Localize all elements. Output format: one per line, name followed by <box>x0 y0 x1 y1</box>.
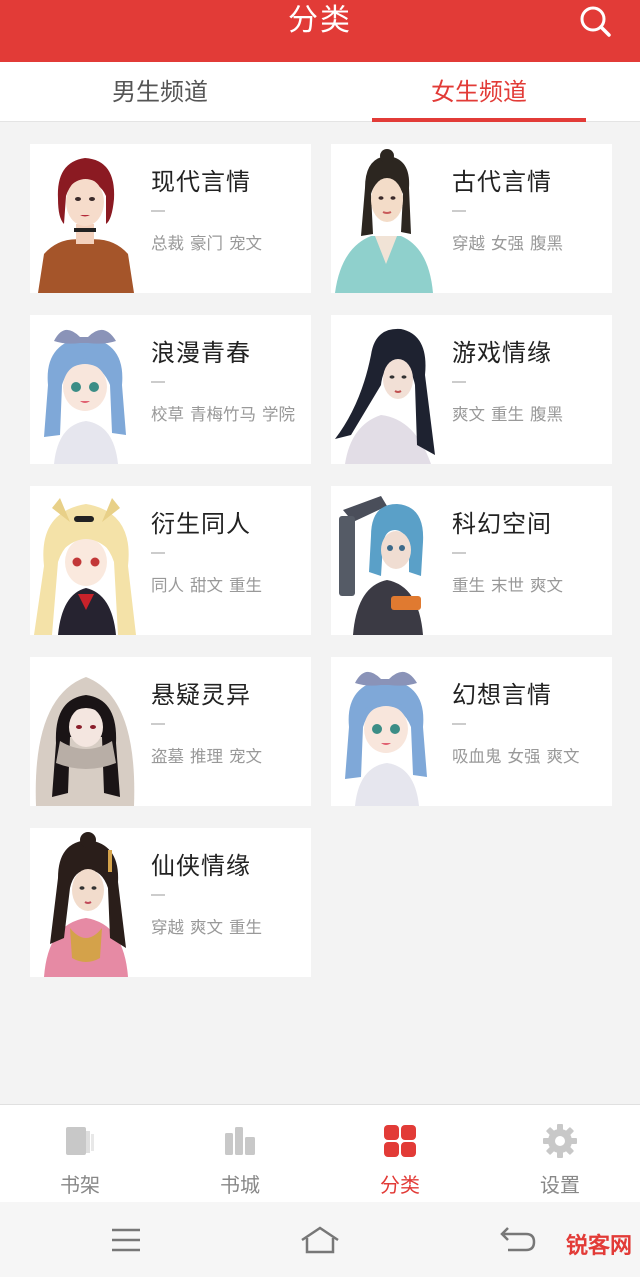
divider <box>151 210 165 212</box>
divider <box>452 552 466 554</box>
back-icon[interactable] <box>494 1220 538 1260</box>
divider <box>151 381 165 383</box>
category-tag: 宠文 <box>229 234 262 253</box>
category-tags: 爽文 重生 腹黑 <box>452 401 602 429</box>
menu-icon[interactable] <box>104 1220 148 1260</box>
nav-item-bookstore[interactable]: 书城 <box>160 1105 320 1203</box>
category-tags: 盗墓 推理 宠文 <box>151 743 301 771</box>
category-tag: 爽文 <box>530 576 563 595</box>
home-icon[interactable] <box>298 1220 342 1260</box>
category-tag: 宠文 <box>229 747 262 766</box>
category-tag: 豪门 <box>190 234 223 253</box>
divider <box>452 210 466 212</box>
gear-icon <box>543 1124 577 1158</box>
category-tag: 甜文 <box>190 576 223 595</box>
category-tag: 总裁 <box>151 234 184 253</box>
category-tags: 同人 甜文 重生 <box>151 572 301 600</box>
category-tag: 同人 <box>151 576 184 595</box>
category-cover-image <box>331 657 441 806</box>
category-cover-image <box>331 486 441 635</box>
category-cover-image <box>30 486 140 635</box>
category-name: 浪漫青春 <box>151 339 251 367</box>
category-tag: 腹黑 <box>530 234 563 253</box>
category-card-modern-romance[interactable]: 现代言情 总裁 豪门 宠文 <box>30 144 311 293</box>
category-tag: 穿越 <box>452 234 485 253</box>
category-icon <box>384 1125 416 1157</box>
category-tag: 青梅竹马 <box>190 405 256 424</box>
active-tab-indicator <box>372 118 586 122</box>
category-card-youth-romance[interactable]: 浪漫青春 校草 青梅竹马 学院 <box>30 315 311 464</box>
category-tag: 重生 <box>229 576 262 595</box>
channel-tabs: 男生频道 女生频道 <box>0 62 640 122</box>
category-cover-image <box>30 144 140 293</box>
category-name: 科幻空间 <box>452 510 552 538</box>
category-tag: 吸血鬼 <box>452 747 502 766</box>
nav-label: 设置 <box>540 1173 580 1197</box>
tab-male-channel[interactable]: 男生频道 <box>60 62 260 122</box>
category-cover-image <box>30 657 140 806</box>
category-tag: 重生 <box>491 405 524 424</box>
category-tag: 学院 <box>262 405 295 424</box>
category-card-xianxia-romance[interactable]: 仙侠情缘 穿越 爽文 重生 <box>30 828 311 977</box>
category-tag: 女强 <box>491 234 524 253</box>
nav-label: 分类 <box>380 1173 420 1197</box>
category-name: 游戏情缘 <box>452 339 552 367</box>
bottom-navigation: 书架 书城 分类 设置 <box>0 1104 640 1202</box>
category-card-scifi-space[interactable]: 科幻空间 重生 末世 爽文 <box>331 486 612 635</box>
nav-label: 书架 <box>60 1173 100 1197</box>
divider <box>151 723 165 725</box>
divider <box>452 381 466 383</box>
category-tag: 爽文 <box>452 405 485 424</box>
category-card-game-romance[interactable]: 游戏情缘 爽文 重生 腹黑 <box>331 315 612 464</box>
divider <box>452 723 466 725</box>
category-name: 幻想言情 <box>452 681 552 709</box>
nav-item-bookshelf[interactable]: 书架 <box>0 1105 160 1203</box>
category-card-fantasy-romance[interactable]: 幻想言情 吸血鬼 女强 爽文 <box>331 657 612 806</box>
nav-item-settings[interactable]: 设置 <box>480 1105 640 1203</box>
bookshelf-icon <box>66 1127 94 1155</box>
category-cover-image <box>331 144 441 293</box>
category-name: 古代言情 <box>452 168 552 196</box>
category-tag: 盗墓 <box>151 747 184 766</box>
category-tag: 穿越 <box>151 918 184 937</box>
watermark-logo: 锐客网 <box>565 1234 632 1259</box>
search-icon[interactable] <box>578 4 612 38</box>
category-name: 仙侠情缘 <box>151 852 251 880</box>
page-title: 分类 <box>288 3 352 38</box>
category-tag: 腹黑 <box>530 405 563 424</box>
divider <box>151 552 165 554</box>
category-name: 衍生同人 <box>151 510 251 538</box>
category-tags: 吸血鬼 女强 爽文 <box>452 743 602 771</box>
nav-item-category[interactable]: 分类 <box>320 1105 480 1203</box>
category-tag: 校草 <box>151 405 184 424</box>
category-tag: 重生 <box>452 576 485 595</box>
category-card-ancient-romance[interactable]: 古代言情 穿越 女强 腹黑 <box>331 144 612 293</box>
category-tags: 总裁 豪门 宠文 <box>151 230 301 258</box>
category-tag: 末世 <box>491 576 524 595</box>
category-name: 现代言情 <box>151 168 251 196</box>
category-tag: 爽文 <box>190 918 223 937</box>
nav-label: 书城 <box>220 1173 260 1197</box>
category-cover-image <box>331 315 441 464</box>
category-tags: 校草 青梅竹马 学院 <box>151 401 301 429</box>
category-cover-image <box>30 315 140 464</box>
category-cover-image <box>30 828 140 977</box>
category-tags: 穿越 爽文 重生 <box>151 914 301 942</box>
divider <box>151 894 165 896</box>
category-tags: 重生 末世 爽文 <box>452 572 602 600</box>
app-header: 分类 <box>0 0 640 62</box>
category-tag: 女强 <box>507 747 541 766</box>
category-card-mystery-supernatural[interactable]: 悬疑灵异 盗墓 推理 宠文 <box>30 657 311 806</box>
bookstore-icon <box>225 1127 255 1155</box>
category-tag: 推理 <box>190 747 223 766</box>
category-name: 悬疑灵异 <box>151 681 251 709</box>
category-tags: 穿越 女强 腹黑 <box>452 230 602 258</box>
system-navigation-bar <box>0 1202 640 1277</box>
tab-female-channel[interactable]: 女生频道 <box>372 62 586 122</box>
category-tag: 重生 <box>229 918 262 937</box>
category-card-fan-fiction[interactable]: 衍生同人 同人 甜文 重生 <box>30 486 311 635</box>
category-tag: 爽文 <box>546 747 580 766</box>
